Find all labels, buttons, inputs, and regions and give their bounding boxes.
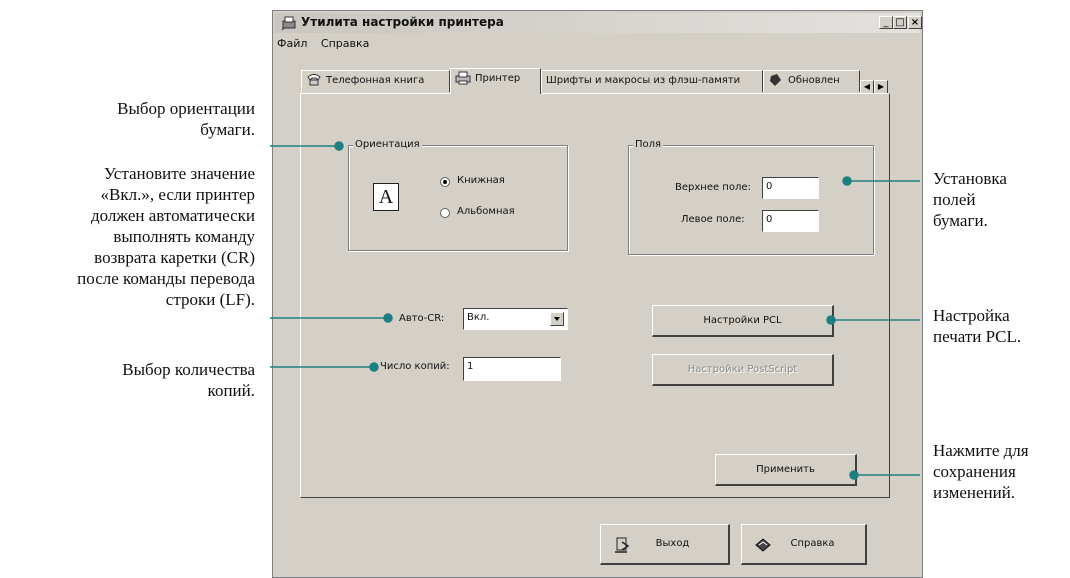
copies-field[interactable]: 1 — [463, 357, 561, 381]
update-icon — [770, 74, 781, 86]
apply-button[interactable]: Применить — [715, 454, 857, 486]
orientation-group-label: Ориентация — [353, 139, 422, 150]
minimize-button[interactable]: _ — [879, 16, 893, 29]
phonebook-icon — [307, 74, 321, 86]
label-portrait[interactable]: Книжная — [457, 175, 505, 186]
tab-scroll-left-button[interactable]: ◀ — [860, 80, 874, 94]
left-margin-field[interactable]: 0 — [762, 210, 819, 232]
callout-orientation: Выбор ориентации бумаги. — [117, 99, 255, 139]
label-left-margin: Левое поле: — [681, 214, 745, 225]
label-top-margin: Верхнее поле: — [675, 182, 751, 193]
menu-help[interactable]: Справка — [321, 37, 369, 50]
label-landscape[interactable]: Альбомная — [457, 206, 515, 217]
callout-margins: Установка полей бумаги. — [933, 169, 1007, 230]
tab-phonebook[interactable]: Телефонная книга — [301, 70, 450, 92]
margins-group — [628, 145, 874, 255]
menu-file[interactable]: Файл — [277, 37, 307, 50]
close-button[interactable]: × — [908, 16, 922, 29]
tab-update[interactable]: Обновлен — [763, 70, 860, 92]
title-bar: Утилита настройки принтера _ □ × — [275, 13, 922, 33]
printer-icon — [455, 71, 471, 85]
exit-icon — [615, 537, 630, 553]
tab-scroll-right-button[interactable]: ▶ — [874, 80, 888, 94]
tab-flash-fonts[interactable]: Шрифты и макросы из флэш-памяти — [541, 70, 763, 92]
callout-apply: Нажмите для сохранения изменений. — [933, 441, 1029, 502]
callout-pcl: Настройка печати PCL. — [933, 306, 1022, 346]
page-orientation-icon: A — [373, 183, 399, 211]
tab-printer[interactable]: Принтер — [450, 68, 541, 94]
help-book-icon — [755, 538, 771, 552]
label-copies: Число копий: — [380, 361, 450, 372]
top-margin-field[interactable]: 0 — [762, 177, 819, 199]
auto-cr-select[interactable]: Вкл. — [463, 308, 568, 330]
label-auto-cr: Авто-CR: — [399, 313, 445, 324]
exit-button[interactable]: Выход — [600, 524, 730, 565]
help-button[interactable]: Справка — [741, 524, 867, 565]
radio-portrait[interactable] — [440, 177, 450, 187]
chevron-down-icon[interactable] — [550, 312, 564, 326]
pcl-settings-button[interactable]: Настройки PCL — [652, 305, 834, 337]
callout-auto-cr: Установите значение «Вкл.», если принтер… — [77, 164, 255, 309]
callout-copies: Выбор количества копий. — [122, 360, 255, 400]
app-icon — [281, 16, 296, 31]
window-title: Утилита настройки принтера — [301, 15, 504, 29]
postscript-settings-button[interactable]: Настройки PostScript — [652, 354, 834, 386]
margins-group-label: Поля — [633, 139, 664, 150]
menu-bar: Файл Справка — [277, 37, 379, 53]
maximize-button[interactable]: □ — [893, 16, 907, 29]
radio-landscape[interactable] — [440, 208, 450, 218]
